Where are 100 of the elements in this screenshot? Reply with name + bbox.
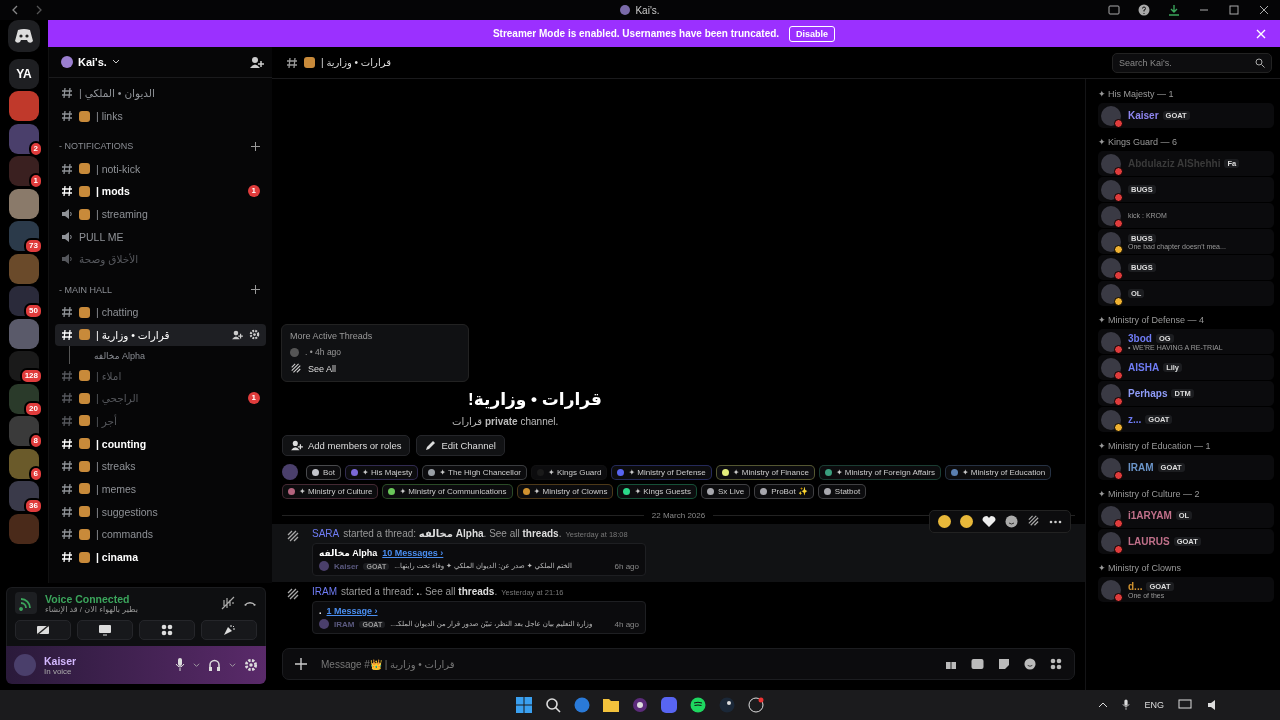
add-members-button[interactable]: Add members or roles <box>282 435 411 456</box>
emoji-icon[interactable] <box>938 515 951 528</box>
message-count-link[interactable]: 1 Message › <box>326 606 378 616</box>
screen-share-button[interactable] <box>77 620 133 640</box>
role-chip[interactable]: ✦ Ministry of Defense <box>611 464 712 480</box>
plus-icon[interactable] <box>295 658 307 670</box>
channel-item[interactable]: | counting <box>55 432 266 455</box>
channel-item[interactable]: | mods 1 <box>55 180 266 203</box>
role-chip[interactable]: Statbot <box>817 484 867 499</box>
see-all-button[interactable]: See All <box>290 363 460 375</box>
add-channel-icon[interactable] <box>251 285 260 295</box>
role-chip[interactable]: ✦ Ministry of Culture <box>282 484 379 499</box>
role-chip[interactable]: ✦ Ministry of Finance <box>715 464 815 480</box>
role-chip[interactable]: ✦ Kings Guests <box>617 484 697 499</box>
channel-item[interactable]: | noti-kick <box>55 157 266 181</box>
channel-item[interactable]: | suggestions <box>55 500 266 523</box>
invite-icon[interactable] <box>232 329 243 340</box>
edit-channel-button[interactable]: Edit Channel <box>416 435 505 456</box>
role-chip[interactable]: ✦ His Majesty <box>345 464 419 480</box>
thread-item[interactable]: . • 4h ago <box>290 347 460 357</box>
role-chip[interactable]: ✦ Ministry of Clowns <box>516 484 614 499</box>
channel-item[interactable]: | قرارات • وزارية <box>55 323 266 347</box>
home-button[interactable] <box>8 20 40 52</box>
add-channel-icon[interactable] <box>251 141 260 151</box>
activities-button[interactable] <box>139 620 195 640</box>
channel-item[interactable]: PULL ME <box>55 225 266 249</box>
author-name[interactable]: IRAM <box>312 586 337 597</box>
channel-item[interactable]: | streaks <box>55 454 266 478</box>
game-store-icon[interactable] <box>719 697 735 713</box>
channel-item[interactable]: | الديوان • الملكي <box>55 82 266 105</box>
signal-icon <box>15 592 37 614</box>
disable-button[interactable]: Disable <box>789 25 836 42</box>
sticker-icon[interactable] <box>998 658 1010 670</box>
settings-icon[interactable] <box>244 658 258 672</box>
role-chip[interactable]: ✦ Ministry of Foreign Affairs <box>818 464 941 480</box>
server-icon[interactable]: YA <box>9 58 39 89</box>
server-icon <box>61 56 73 68</box>
microphone-icon[interactable] <box>1122 699 1131 711</box>
smiley-icon[interactable] <box>1005 515 1018 528</box>
headphones-icon[interactable] <box>208 658 221 672</box>
apps-icon[interactable] <box>1050 658 1062 670</box>
hash-icon <box>61 110 73 123</box>
role-chip[interactable]: ✦ The High Chancellor <box>422 464 527 480</box>
role-chip[interactable]: Bot <box>306 464 341 480</box>
channel-item[interactable]: | chatting <box>55 300 266 324</box>
server-icon[interactable] <box>9 91 39 121</box>
gif-icon[interactable] <box>971 658 984 670</box>
role-chip[interactable]: ProBot ✨ <box>754 484 814 499</box>
thread-icon[interactable] <box>1027 515 1040 528</box>
category-label[interactable]: - NOTIFICATIONS <box>59 141 134 152</box>
category-label[interactable]: - MAIN HALL <box>59 284 112 295</box>
language-indicator[interactable]: ENG <box>1144 700 1164 710</box>
chat-app-icon[interactable] <box>661 697 677 713</box>
windows-icon[interactable] <box>516 697 532 713</box>
channel-item[interactable]: | streaming <box>55 202 266 226</box>
help-icon[interactable] <box>1138 4 1150 16</box>
voice-channel-name[interactable]: بطير بالهواء الان / قد الإنشاء <box>45 604 138 614</box>
server-name[interactable]: Kai's. <box>78 56 107 68</box>
channel-item[interactable]: | memes <box>55 477 266 501</box>
download-icon[interactable] <box>1168 4 1180 16</box>
more-icon[interactable] <box>1049 519 1062 524</box>
record-icon[interactable] <box>632 697 648 713</box>
browser-icon[interactable] <box>574 697 590 713</box>
soundboard-button[interactable] <box>201 620 257 640</box>
settings-icon[interactable] <box>249 329 260 341</box>
role-chip[interactable]: ✦ Ministry of Communications <box>382 484 513 499</box>
channel-item[interactable]: | links <box>55 104 266 128</box>
search-icon[interactable] <box>545 697 561 713</box>
inbox-icon[interactable] <box>1108 4 1120 16</box>
emoji-icon[interactable] <box>960 515 973 528</box>
maximize-icon[interactable] <box>1228 4 1240 16</box>
back-icon[interactable] <box>10 5 20 15</box>
smiley-icon[interactable] <box>1024 658 1036 670</box>
role-chip[interactable]: Sx Live <box>700 484 751 499</box>
message-count-link[interactable]: 10 Messages › <box>382 548 444 558</box>
close-icon[interactable] <box>1258 4 1270 16</box>
thread-item[interactable]: مخالفه Alpha <box>69 346 266 365</box>
chevron-icon[interactable] <box>111 58 120 66</box>
forward-icon[interactable] <box>34 5 44 15</box>
network-icon[interactable] <box>1178 699 1192 711</box>
camera-button[interactable] <box>15 620 71 640</box>
music-icon[interactable] <box>690 697 706 713</box>
heart-icon[interactable] <box>982 515 996 528</box>
role-chip[interactable]: ✦ Kings Guard <box>531 464 608 480</box>
author-name[interactable]: SARA <box>312 528 340 539</box>
invite-icon[interactable] <box>250 55 264 69</box>
search-field[interactable]: Search Kai's. <box>1112 52 1272 73</box>
channel-item[interactable]: | commands <box>55 523 266 546</box>
channel-item[interactable]: | cinama <box>55 545 266 569</box>
microphone-icon[interactable] <box>175 658 185 672</box>
role-chip[interactable]: ✦ Ministry of Education <box>944 464 1052 480</box>
message-input[interactable]: Message #👑 | قرارات • وزارية <box>282 648 1075 680</box>
noise-suppression-icon[interactable] <box>221 596 235 610</box>
server-icon[interactable] <box>9 253 39 284</box>
channel-name: | commands <box>96 528 153 541</box>
server-icon[interactable] <box>9 318 39 349</box>
folder-icon[interactable] <box>603 698 619 712</box>
camera-app-icon[interactable] <box>748 697 764 713</box>
chevron-up-icon[interactable] <box>1098 701 1109 709</box>
server-icon[interactable] <box>9 188 39 219</box>
